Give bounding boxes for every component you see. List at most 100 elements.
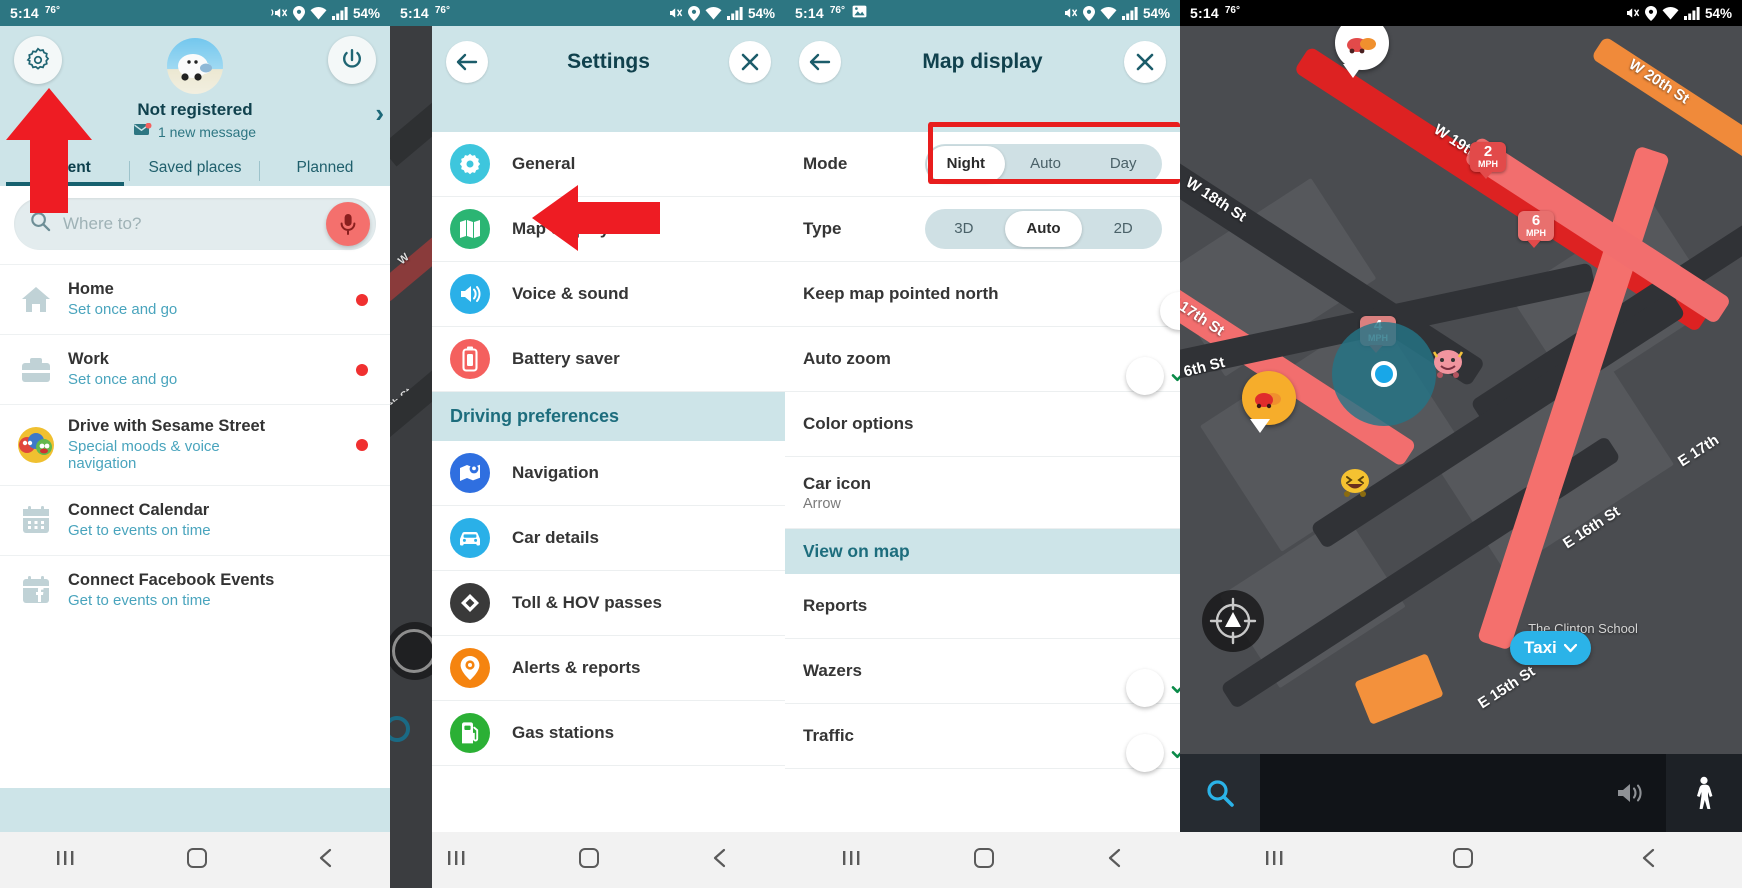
settings-item-label: Battery saver bbox=[512, 349, 620, 368]
home-button[interactable] bbox=[186, 847, 208, 874]
recents-button[interactable] bbox=[840, 848, 864, 873]
list-item[interactable]: Connect Calendar Get to events on time bbox=[0, 484, 390, 555]
mute-icon bbox=[271, 6, 288, 20]
speaker-icon bbox=[450, 274, 490, 314]
settings-item-navigation[interactable]: Navigation bbox=[432, 441, 785, 506]
recent-list: Home Set once and go Work Set once and g… bbox=[0, 264, 390, 625]
recents-button[interactable] bbox=[54, 848, 78, 873]
list-item-title: Drive with Sesame Street bbox=[68, 417, 266, 435]
briefcase-icon bbox=[14, 356, 58, 384]
map-canvas[interactable]: W 20th St W 19th St W 18th St W 17th St … bbox=[1180, 26, 1742, 832]
profile-chevron-icon[interactable]: › bbox=[375, 98, 384, 129]
recents-button[interactable] bbox=[445, 848, 469, 873]
wazer-pink-icon[interactable] bbox=[1428, 346, 1468, 383]
row-keep-map-north: Keep map pointed north bbox=[785, 262, 1180, 330]
power-button[interactable] bbox=[328, 36, 376, 84]
status-badge bbox=[356, 363, 368, 376]
power-icon bbox=[343, 49, 361, 68]
status-time: 5:14 bbox=[400, 5, 429, 21]
settings-item-voice-sound[interactable]: Voice & sound bbox=[432, 262, 785, 327]
home-button[interactable] bbox=[1452, 847, 1474, 874]
back-button[interactable] bbox=[799, 41, 841, 83]
list-item[interactable]: Drive with Sesame Street Special moods &… bbox=[0, 404, 390, 485]
section-view-on-map: View on map bbox=[785, 529, 1180, 574]
status-time: 5:14 bbox=[795, 5, 824, 21]
map-eta-area[interactable] bbox=[1260, 754, 1594, 832]
mode-option-night[interactable]: Night bbox=[927, 146, 1005, 182]
alert-pin-icon bbox=[450, 648, 490, 688]
settings-item-label: Toll & HOV passes bbox=[512, 593, 662, 612]
road-label: E 17th bbox=[1675, 431, 1723, 471]
traffic-jam-icon bbox=[1255, 393, 1281, 409]
home-button[interactable] bbox=[973, 847, 995, 874]
back-button[interactable] bbox=[446, 41, 488, 83]
settings-item-gas-stations[interactable]: Gas stations bbox=[432, 701, 785, 766]
traffic-jam-pin[interactable] bbox=[1242, 371, 1296, 433]
row-reports[interactable]: Reports bbox=[785, 574, 1180, 639]
wazer-yellow-icon[interactable] bbox=[1335, 466, 1375, 503]
type-option-2d[interactable]: 2D bbox=[1084, 209, 1162, 249]
home-button[interactable] bbox=[578, 847, 600, 874]
tab-saved-places[interactable]: Saved places bbox=[130, 159, 260, 186]
list-item[interactable]: Home Set once and go bbox=[0, 264, 390, 334]
keep-north-label: Keep map pointed north bbox=[803, 284, 999, 303]
row-car-icon[interactable]: Car icon Arrow bbox=[785, 457, 1180, 529]
settings-item-battery-saver[interactable]: Battery saver bbox=[432, 327, 785, 392]
avatar bbox=[167, 38, 223, 94]
back-button[interactable] bbox=[710, 847, 730, 874]
android-nav-bar-3 bbox=[785, 832, 1180, 888]
mute-icon bbox=[666, 6, 683, 20]
wifi-icon bbox=[1100, 6, 1117, 20]
compass-button[interactable] bbox=[1202, 590, 1264, 652]
row-color-options[interactable]: Color options bbox=[785, 392, 1180, 457]
mode-option-auto[interactable]: Auto bbox=[1007, 144, 1085, 184]
diamond-icon bbox=[450, 583, 490, 623]
sesame-street-icon bbox=[14, 426, 58, 464]
tab-planned[interactable]: Planned bbox=[260, 159, 390, 186]
wifi-icon bbox=[310, 6, 327, 20]
type-segmented-control[interactable]: 3D Auto 2D bbox=[925, 209, 1162, 249]
map-icon bbox=[450, 209, 490, 249]
user-message[interactable]: 1 new message bbox=[75, 122, 315, 140]
status-time: 5:14 bbox=[1190, 5, 1219, 21]
close-button[interactable] bbox=[729, 41, 771, 83]
signal-icon bbox=[726, 6, 743, 20]
recents-button[interactable] bbox=[1263, 848, 1287, 873]
status-temp: 76° bbox=[1224, 4, 1240, 16]
list-item-subtitle: Get to events on time bbox=[68, 521, 211, 539]
location-icon bbox=[292, 5, 305, 21]
mode-option-day[interactable]: Day bbox=[1084, 144, 1162, 184]
map-volume-button[interactable] bbox=[1594, 754, 1666, 832]
status-battery: 54% bbox=[1142, 5, 1170, 21]
search-icon bbox=[1207, 780, 1234, 807]
settings-item-alerts-reports[interactable]: Alerts & reports bbox=[432, 636, 785, 701]
settings-item-car-details[interactable]: Car details bbox=[432, 506, 785, 571]
map-search-button[interactable] bbox=[1180, 754, 1260, 832]
settings-item-toll-hov[interactable]: Toll & HOV passes bbox=[432, 571, 785, 636]
map-pedestrian-button[interactable] bbox=[1666, 754, 1742, 832]
search-input[interactable]: Where to? bbox=[63, 214, 141, 234]
traffic-report-pin[interactable] bbox=[1335, 26, 1389, 78]
settings-button[interactable] bbox=[14, 36, 62, 84]
type-option-3d[interactable]: 3D bbox=[925, 209, 1003, 249]
close-button[interactable] bbox=[1124, 41, 1166, 83]
type-label: Type bbox=[803, 219, 842, 238]
check-icon bbox=[1171, 751, 1180, 759]
mute-icon bbox=[1061, 6, 1078, 20]
battery-icon bbox=[450, 339, 490, 379]
taxi-chip[interactable]: Taxi bbox=[1510, 631, 1591, 665]
back-button[interactable] bbox=[1105, 847, 1125, 874]
speed-tag: 6 MPH bbox=[1518, 211, 1554, 248]
back-button[interactable] bbox=[1639, 847, 1659, 874]
back-button[interactable] bbox=[316, 847, 336, 874]
mode-label: Mode bbox=[803, 154, 848, 173]
voice-search-button[interactable] bbox=[326, 202, 370, 246]
signal-icon bbox=[1121, 6, 1138, 20]
mode-segmented-control[interactable]: Night Auto Day bbox=[925, 144, 1162, 184]
type-option-auto[interactable]: Auto bbox=[1004, 211, 1083, 247]
list-item[interactable]: Work Set once and go bbox=[0, 334, 390, 404]
list-item[interactable]: Connect Facebook Events Get to events on… bbox=[0, 554, 390, 625]
back-arrow-icon bbox=[809, 53, 831, 71]
facebook-calendar-icon bbox=[14, 575, 58, 605]
user-block[interactable]: Not registered 1 new message bbox=[75, 38, 315, 140]
